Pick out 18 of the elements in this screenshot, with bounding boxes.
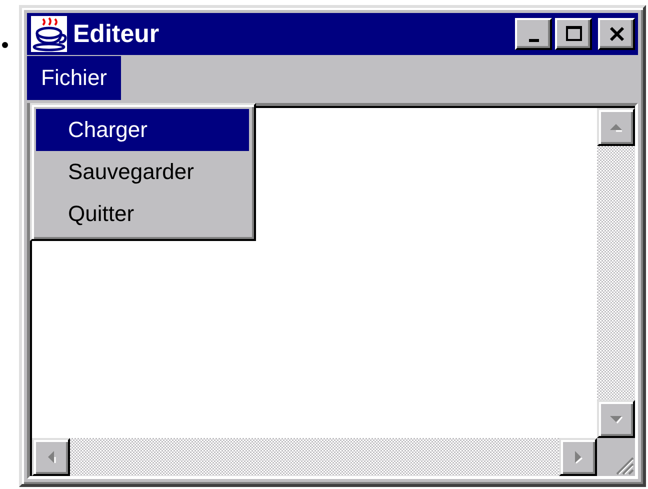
minimize-button[interactable] (515, 18, 552, 50)
scroll-up-button[interactable] (597, 108, 635, 146)
scroll-left-button[interactable] (32, 438, 70, 476)
horizontal-scrollbar[interactable] (32, 438, 597, 476)
scroll-down-button[interactable] (597, 400, 635, 438)
bullet-icon (2, 42, 8, 48)
menu-item[interactable]: Charger (36, 109, 249, 151)
maximize-button[interactable] (555, 18, 592, 50)
menu-item[interactable]: Fichier (27, 56, 122, 100)
scroll-right-button[interactable] (559, 438, 597, 476)
vertical-scrollbar[interactable] (597, 108, 635, 438)
window-title: Editeur (73, 20, 160, 48)
teacup-icon (31, 16, 67, 52)
menu-item[interactable]: Quitter (36, 193, 249, 235)
minimize-icon (528, 38, 538, 42)
maximize-icon (564, 24, 584, 44)
close-button[interactable] (598, 18, 635, 50)
menu-item[interactable]: Sauvegarder (36, 151, 249, 193)
